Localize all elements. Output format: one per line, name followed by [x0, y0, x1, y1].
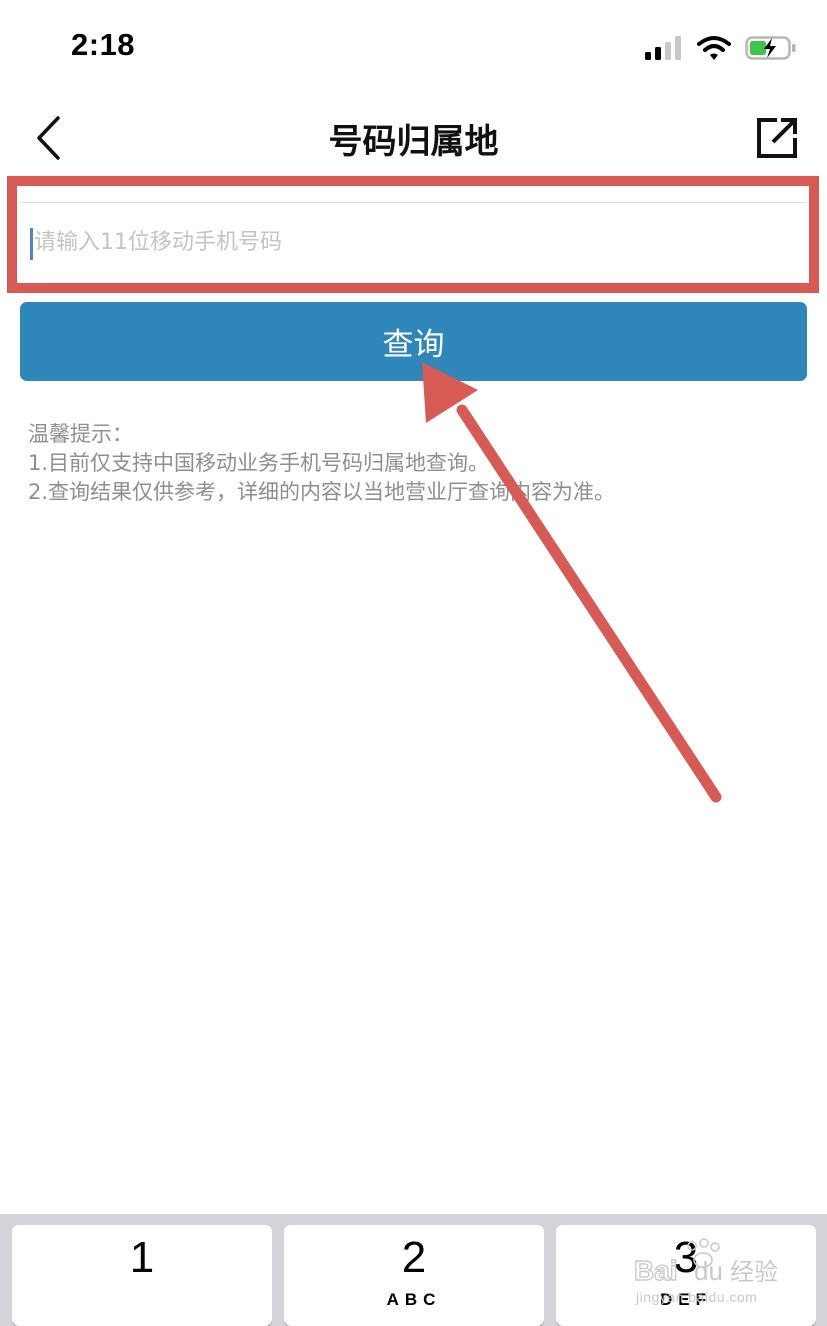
- key-letters: ABC: [386, 1290, 442, 1309]
- key-letters: DEF: [660, 1290, 712, 1309]
- key-digit: 3: [673, 1233, 699, 1282]
- phone-input-container: [20, 202, 806, 281]
- tips-section: 温馨提示： 1.目前仅支持中国移动业务手机号码归属地查询。 2.查询结果仅供参考…: [28, 420, 808, 507]
- keyboard-key-3[interactable]: 3 DEF: [556, 1225, 816, 1326]
- keyboard-key-2[interactable]: 2 ABC: [284, 1225, 544, 1326]
- tip-item: 1.目前仅支持中国移动业务手机号码归属地查询。: [28, 451, 490, 475]
- page-title: 号码归属地: [328, 122, 499, 162]
- navigation-bar: 号码归属地: [0, 96, 827, 178]
- status-time: 2:18: [71, 27, 136, 62]
- keyboard-key-1[interactable]: 1: [12, 1225, 272, 1326]
- status-icons: [645, 34, 797, 62]
- key-digit: 1: [129, 1233, 155, 1282]
- tips-heading: 温馨提示：: [28, 422, 133, 446]
- signal-icon: [645, 36, 681, 60]
- text-cursor: [30, 228, 33, 260]
- tip-item: 2.查询结果仅供参考，详细的内容以当地营业厅查询内容为准。: [28, 480, 616, 504]
- share-button[interactable]: [751, 112, 803, 164]
- share-external-icon: [757, 118, 797, 158]
- status-bar: 2:18: [0, 0, 827, 96]
- battery-charging-icon: [745, 36, 796, 60]
- phone-number-input[interactable]: [34, 203, 794, 281]
- query-button[interactable]: 查询: [20, 302, 807, 381]
- numeric-keyboard: 1 2 ABC 3 DEF: [0, 1214, 827, 1326]
- key-digit: 2: [401, 1233, 427, 1282]
- wifi-icon: [697, 36, 731, 60]
